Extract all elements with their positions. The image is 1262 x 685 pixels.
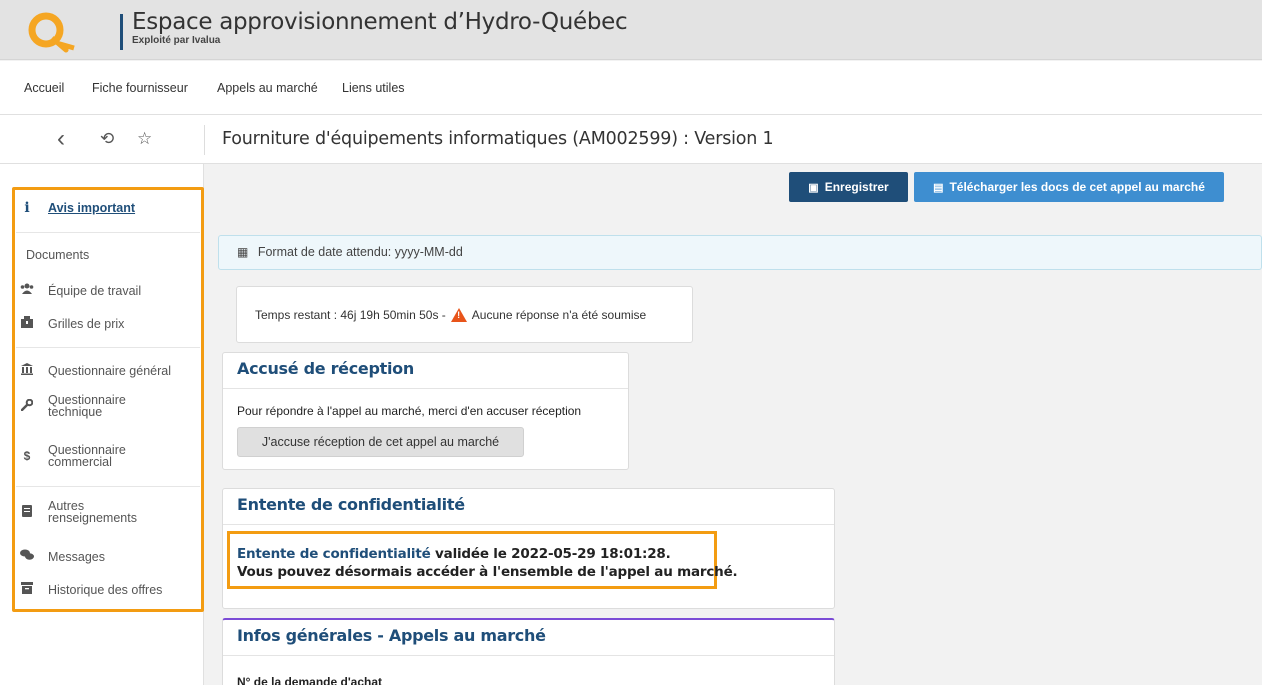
sidebar-item-historique-des-offres[interactable]: Historique des offres: [20, 582, 162, 597]
nav-item-liens-utiles[interactable]: Liens utiles: [342, 81, 405, 95]
sidebar-divider: [16, 486, 200, 487]
app-subtitle: Exploité par Ivalua: [132, 35, 221, 46]
sidebar: i Avis important Documents Équipe de tra…: [0, 164, 204, 685]
download-docs-button[interactable]: ▤ Télécharger les docs de cet appel au m…: [914, 172, 1224, 202]
sidebar-item-grilles-de-prix[interactable]: Grilles de prix: [20, 316, 124, 331]
info-icon: i: [24, 200, 30, 216]
sidebar-section-documents: Documents: [26, 248, 90, 262]
sidebar-item-label: Avis important: [48, 201, 136, 215]
ack-card-header: Accusé de réception: [223, 353, 628, 389]
confidentiality-link[interactable]: Entente de confidentialité: [237, 546, 431, 562]
confidentiality-card-header: Entente de confidentialité: [223, 489, 834, 525]
date-format-banner: ▦ Format de date attendu: yyyy-MM-dd: [218, 235, 1262, 270]
confidentiality-card: Entente de confidentialité Entente de co…: [222, 488, 835, 609]
time-separator: -: [438, 308, 450, 322]
header-divider: [120, 14, 123, 50]
time-remaining-value: 46j 19h 50min 50s: [340, 308, 439, 322]
sidebar-item-label: Équipe de travail: [48, 283, 142, 298]
time-remaining-box: Temps restant : 46j 19h 50min 50s - ! Au…: [236, 286, 693, 343]
sidebar-item-autres-renseignements[interactable]: Autres renseignements: [20, 500, 148, 524]
save-button[interactable]: ▣ Enregistrer: [789, 172, 908, 202]
wrench-icon: [20, 398, 34, 414]
toolbar-divider: [204, 125, 205, 155]
confidentiality-card-title: Entente de confidentialité: [237, 495, 465, 514]
sidebar-item-messages[interactable]: Messages: [20, 549, 105, 564]
file-icon: ▤: [933, 181, 944, 194]
general-info-card-title: Infos générales - Appels au marché: [237, 626, 546, 645]
ack-card: Accusé de réception Pour répondre à l'ap…: [222, 352, 629, 470]
back-icon[interactable]: ‹: [57, 125, 65, 153]
star-icon[interactable]: ☆: [137, 129, 152, 149]
ack-card-title: Accusé de réception: [237, 359, 414, 378]
confidentiality-access-text: Vous pouvez désormais accéder à l'ensemb…: [237, 564, 738, 580]
download-docs-label: Télécharger les docs de cet appel au mar…: [949, 180, 1205, 194]
dollar-icon: $: [23, 449, 31, 463]
users-icon: [20, 283, 34, 298]
sidebar-item-questionnaire-general[interactable]: Questionnaire général: [20, 363, 171, 378]
archive-icon: [20, 582, 34, 597]
chat-icon: [20, 549, 34, 564]
bank-icon: [20, 363, 34, 378]
book-icon: [20, 504, 34, 520]
time-remaining-label: Temps restant :: [255, 308, 341, 322]
sidebar-item-label: Autres renseignements: [48, 499, 137, 525]
general-info-card: Infos générales - Appels au marché N° de…: [222, 618, 835, 685]
sidebar-item-label: Messages: [48, 549, 105, 564]
warning-icon: !: [451, 308, 468, 322]
nav-item-fiche-fournisseur[interactable]: Fiche fournisseur: [92, 81, 188, 95]
sidebar-item-questionnaire-commercial[interactable]: $ Questionnaire commercial: [20, 443, 158, 469]
save-label: Enregistrer: [824, 180, 889, 194]
sidebar-item-avis-important[interactable]: i Avis important: [20, 200, 135, 216]
sidebar-divider: [16, 347, 200, 348]
general-info-card-header: Infos générales - Appels au marché: [223, 620, 834, 656]
nav-item-appels-au-marche[interactable]: Appels au marché: [217, 81, 318, 95]
app-title: Espace approvisionnement d’Hydro-Québec: [132, 9, 628, 35]
sidebar-item-label: Historique des offres: [48, 582, 163, 597]
no-response-warning: Aucune réponse n'a été soumise: [471, 308, 647, 322]
confidentiality-status: Entente de confidentialité validée le 20…: [237, 546, 671, 562]
page-toolbar: ‹ ⟲ ☆ Fourniture d'équipements informati…: [0, 115, 1262, 164]
calendar-icon: ▦: [237, 245, 249, 259]
sidebar-item-label: Questionnaire général: [48, 363, 171, 378]
ack-instruction: Pour répondre à l'appel au marché, merci…: [237, 404, 582, 418]
confidentiality-validated-text: validée le 2022-05-29 18:01:28.: [430, 546, 671, 562]
save-icon: ▣: [808, 181, 819, 194]
main-nav: Accueil Fiche fournisseur Appels au marc…: [0, 61, 1262, 115]
sidebar-item-label: Grilles de prix: [48, 316, 125, 331]
date-format-text: Format de date attendu: yyyy-MM-dd: [257, 245, 463, 259]
hydro-quebec-logo[interactable]: [22, 8, 78, 54]
acknowledge-button[interactable]: J'accuse réception de cet appel au march…: [237, 427, 524, 457]
app-header: Espace approvisionnement d’Hydro-Québec …: [0, 0, 1262, 60]
sidebar-divider: [16, 232, 200, 233]
package-icon: [20, 316, 34, 331]
page-title: Fourniture d'équipements informatiques (…: [222, 129, 774, 149]
purchase-request-label: N° de la demande d'achat: [237, 675, 383, 685]
nav-item-accueil[interactable]: Accueil: [24, 81, 64, 95]
sidebar-item-label: Questionnaire commercial: [48, 443, 126, 469]
history-icon[interactable]: ⟲: [100, 129, 114, 149]
sidebar-item-questionnaire-technique[interactable]: Questionnaire technique: [20, 394, 158, 418]
sidebar-item-equipe-de-travail[interactable]: Équipe de travail: [20, 283, 141, 298]
sidebar-item-label: Questionnaire technique: [48, 393, 126, 419]
